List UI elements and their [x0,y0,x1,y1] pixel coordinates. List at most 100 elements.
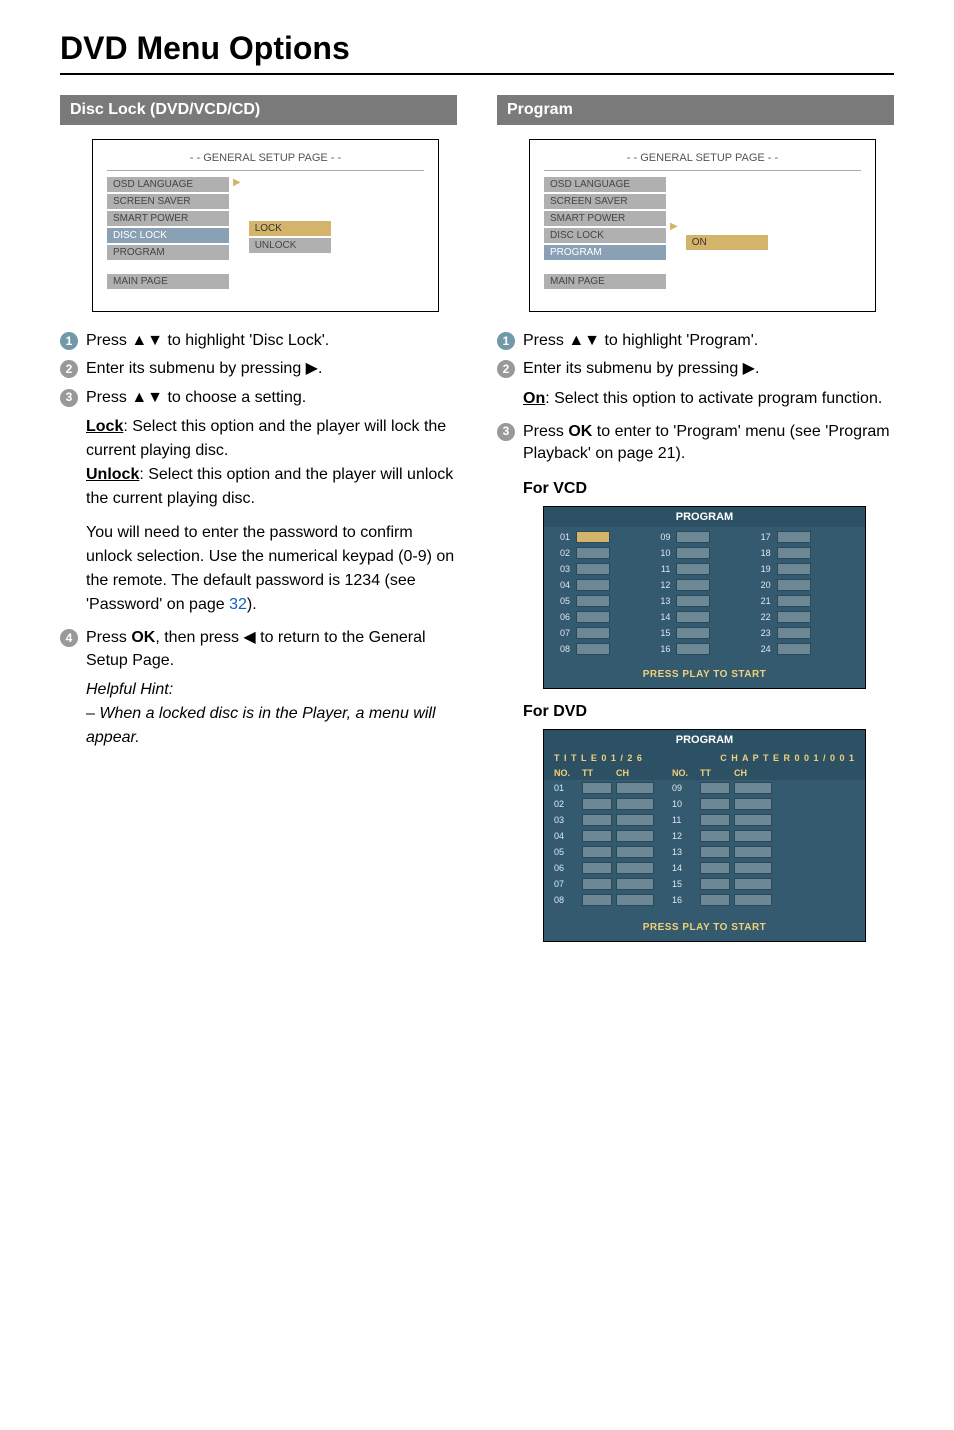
program-slot [676,531,710,543]
osd-item: OSD LANGUAGE [107,177,229,192]
program-slot [676,595,710,607]
dvd-program-row: 0816 [554,894,855,906]
osd-item: SMART POWER [107,211,229,226]
program-slot [576,579,610,591]
program-footer: PRESS PLAY TO START [544,912,865,941]
osd-item: SMART POWER [544,211,666,226]
ok-label: OK [568,423,592,440]
step-text: Press ▲▼ to highlight 'Program'. [523,330,894,352]
dvd-row-number: 03 [554,815,582,825]
osd-item: OSD LANGUAGE [544,177,666,192]
step-bullet-2: 2 [60,360,78,378]
program-slot-row: 20 [755,579,855,591]
lock-text: : Select this option and the player will… [86,418,446,459]
program-slot-number: 21 [755,596,771,606]
dvd-ch-slot [616,846,654,858]
dvd-ch-slot [734,846,772,858]
osd-arrow-icon: ▶ [233,177,241,289]
osd-item-highlight: PROGRAM [544,245,666,260]
dvd-row-number: 08 [554,895,582,905]
program-slot-row: 06 [554,611,654,623]
dvd-ch-slot [616,878,654,890]
program-slot [576,643,610,655]
dvd-program-row: 0513 [554,846,855,858]
step-text: Press OK to enter to 'Program' menu (see… [523,421,894,466]
program-slot [676,579,710,591]
program-slot [777,531,811,543]
program-slot [676,611,710,623]
osd-item: SCREEN SAVER [107,194,229,209]
program-slot [676,643,710,655]
dvd-ch-slot [734,894,772,906]
on-label: On [523,390,545,407]
osd-item-highlight: DISC LOCK [107,228,229,243]
lock-unlock-block: Lock: Select this option and the player … [86,415,457,511]
on-text: : Select this option to activate program… [545,390,882,407]
osd-subitem: UNLOCK [249,238,331,253]
program-slot-number: 14 [654,612,670,622]
program-slot [576,595,610,607]
osd-program: - - GENERAL SETUP PAGE - - OSD LANGUAGE … [529,139,876,312]
program-title: PROGRAM [544,507,865,527]
osd-item: SCREEN SAVER [544,194,666,209]
dvd-program-box: PROGRAM T I T L E 0 1 / 2 6 C H A P T E … [543,729,866,942]
program-slot-row: 24 [755,643,855,655]
on-block: On: Select this option to activate progr… [523,387,894,411]
dvd-tt-slot [700,798,730,810]
dvd-row-number: 12 [672,831,700,841]
program-slot-row: 11 [654,563,754,575]
program-title: PROGRAM [544,730,865,750]
section-disc-lock: Disc Lock (DVD/VCD/CD) [60,95,457,125]
dvd-tt-slot [582,798,612,810]
dvd-program-row: 0412 [554,830,855,842]
osd-subitem: ON [686,235,768,250]
dvd-row-number: 07 [554,879,582,889]
dvd-ch-slot [616,862,654,874]
program-slot [777,627,811,639]
dvd-ch-slot [734,798,772,810]
program-slot [576,563,610,575]
title-rule [60,73,894,75]
hint-heading: Helpful Hint: [86,681,173,698]
dvd-program-row: 0614 [554,862,855,874]
dvd-row-number: 06 [554,863,582,873]
dvd-tt-slot [582,878,612,890]
dvd-ch-slot [616,782,654,794]
dvd-tt-slot [582,862,612,874]
program-slot-number: 18 [755,548,771,558]
step-2: 2 Enter its submenu by pressing ▶. [497,358,894,380]
program-slot-row: 12 [654,579,754,591]
program-slot-number: 03 [554,564,570,574]
for-dvd-heading: For DVD [523,703,894,721]
step-bullet-1: 1 [60,332,78,350]
program-slot-row: 14 [654,611,754,623]
ok-label: OK [131,629,155,646]
vcd-program-box: PROGRAM 01020304050607080910111213141516… [543,506,866,689]
program-slot-number: 01 [554,532,570,542]
program-slot-row: 13 [654,595,754,607]
step-bullet-1: 1 [497,332,515,350]
dvd-ch-slot [734,862,772,874]
dvd-program-row: 0715 [554,878,855,890]
step-4: 4 Press OK, then press ◀ to return to th… [60,627,457,672]
program-slot [676,547,710,559]
program-slot-number: 07 [554,628,570,638]
program-slot [676,627,710,639]
helpful-hint: Helpful Hint: – When a locked disc is in… [86,678,457,750]
program-slot-row: 19 [755,563,855,575]
step-1: 1 Press ▲▼ to highlight 'Program'. [497,330,894,352]
dvd-tt-slot [582,814,612,826]
program-slot [676,563,710,575]
program-slot-number: 15 [654,628,670,638]
dvd-col-ch: CH [734,768,776,778]
dvd-row-number: 02 [554,799,582,809]
password-page-link[interactable]: 32 [229,596,247,613]
program-slot-number: 08 [554,644,570,654]
program-slot [777,611,811,623]
step-3: 3 Press OK to enter to 'Program' menu (s… [497,421,894,466]
program-slot-number: 09 [654,532,670,542]
program-slot-number: 22 [755,612,771,622]
step-bullet-4: 4 [60,629,78,647]
program-slot-row: 15 [654,627,754,639]
dvd-ch-slot [734,830,772,842]
